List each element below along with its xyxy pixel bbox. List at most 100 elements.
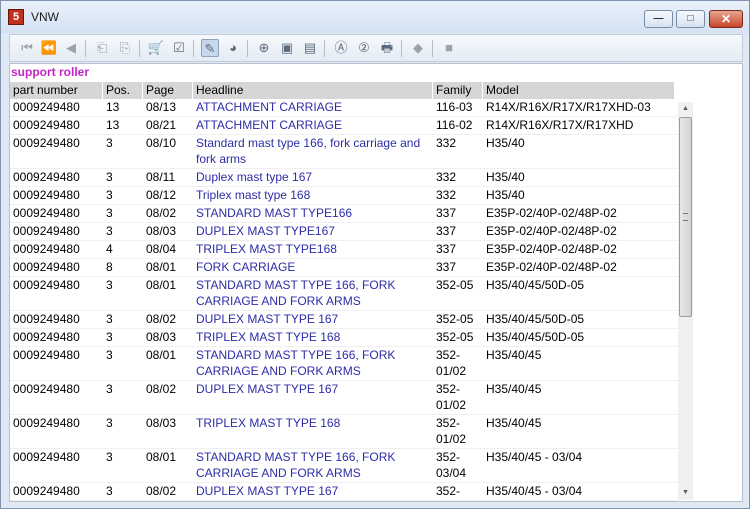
table-row[interactable]: 0009249480 13 08/13 ATTACHMENT CARRIAGE 116-… (10, 99, 678, 117)
table-row[interactable]: 0009249480 3 08/02 DUPLEX MAST TYPE 167 352-… (10, 483, 678, 501)
table-row[interactable]: 0009249480 3 08/01 STANDARD MAST TYPE 166, … (10, 347, 678, 381)
stop-icon[interactable]: ■ (440, 39, 458, 57)
table-row[interactable]: 0009249480 3 08/03 TRIPLEX MAST TYPE 168 352… (10, 329, 678, 347)
cell-headline[interactable]: Triplex mast type 168 (193, 187, 433, 205)
page-back-icon[interactable]: ⎗ (93, 39, 111, 57)
cell-headline[interactable]: STANDARD MAST TYPE 166, FORK CARRIAGE AN… (193, 449, 433, 483)
title-bar[interactable]: 5 VNW — □ ✕ (1, 1, 749, 33)
rewind-icon[interactable]: ⏪ (40, 39, 58, 57)
cell-page: 08/03 (146, 224, 177, 238)
cart-icon[interactable]: 🛒 (147, 39, 165, 57)
column-header-headline[interactable]: Headline (193, 82, 433, 99)
cell-pos: 4 (106, 242, 113, 256)
table-row[interactable]: 0009249480 4 08/04 TRIPLEX MAST TYPE168 337 E… (10, 241, 678, 259)
table-row[interactable]: 0009249480 3 08/10 Standard mast type 166, … (10, 135, 678, 169)
cell-part-number: 0009249480 (13, 136, 80, 150)
cell-part-number: 0009249480 (13, 170, 80, 184)
cell-page: 08/02 (146, 312, 177, 326)
cell-headline[interactable]: DUPLEX MAST TYPE 167 (193, 311, 433, 329)
table-row[interactable]: 0009249480 3 08/01 STANDARD MAST TYPE 166, … (10, 449, 678, 483)
cell-page: 08/10 (146, 136, 177, 150)
cell-model: H35/40/45 (486, 416, 542, 430)
cell-pos: 13 (106, 118, 120, 132)
cell-model: H35/40/45/50D-05 (486, 330, 585, 344)
marker-icon[interactable]: ✎ (201, 39, 219, 57)
zoom-icon[interactable]: ⊕ (255, 39, 273, 57)
column-header-part-number[interactable]: part number (10, 82, 103, 99)
cell-family: 352-05 (436, 330, 474, 344)
cell-pos: 3 (106, 206, 113, 220)
cell-headline[interactable]: DUPLEX MAST TYPE 167 (193, 483, 433, 501)
toolbar-separator (324, 40, 325, 57)
cell-model: E35P-02/40P-02/48P-02 (486, 224, 617, 238)
cell-headline[interactable]: Standard mast type 166, fork carriage an… (193, 135, 433, 169)
cell-pos: 3 (106, 278, 113, 292)
cell-part-number: 0009249480 (13, 118, 80, 132)
print-icon[interactable]: 🖶 (378, 39, 396, 57)
cell-headline[interactable]: DUPLEX MAST TYPE167 (193, 223, 433, 241)
previous-icon[interactable]: ◀ (62, 39, 80, 57)
cell-model: H35/40 (486, 136, 525, 150)
cell-family: 332 (436, 170, 457, 184)
scroll-thumb[interactable] (679, 117, 692, 317)
table-row[interactable]: 0009249480 3 08/02 DUPLEX MAST TYPE 167 352-… (10, 311, 678, 329)
scroll-down-icon[interactable]: ▼ (678, 486, 693, 500)
column-header-page[interactable]: Page (143, 82, 193, 99)
page-forward-icon[interactable]: ⎘ (116, 39, 134, 57)
column-header-model[interactable]: Model (483, 82, 675, 99)
cell-headline[interactable]: FORK CARRIAGE (193, 259, 433, 277)
cell-family: 352-01/02 (436, 416, 467, 446)
cell-page: 08/01 (146, 278, 177, 292)
cell-headline[interactable]: STANDARD MAST TYPE 166, FORK CARRIAGE AN… (193, 277, 433, 311)
table-row[interactable]: 0009249480 3 08/03 TRIPLEX MAST TYPE 168 352… (10, 415, 678, 449)
scroll-up-icon[interactable]: ▲ (678, 102, 693, 116)
cell-headline[interactable]: TRIPLEX MAST TYPE 168 (193, 415, 433, 449)
cell-page: 08/13 (146, 100, 177, 114)
first-record-icon[interactable]: ⏮ (18, 39, 36, 57)
cell-pos: 3 (106, 224, 113, 238)
cell-headline[interactable]: DUPLEX MAST TYPE 167 (193, 381, 433, 415)
page-copy-icon[interactable]: ▤ (301, 39, 319, 57)
cell-headline[interactable]: Duplex mast type 167 (193, 169, 433, 187)
cell-model: H35/40 (486, 170, 525, 184)
window-title: VNW (31, 10, 59, 24)
two-circle-icon[interactable]: ② (355, 39, 373, 57)
table-row[interactable]: 0009249480 3 08/11 Duplex mast type 167 332 H… (10, 169, 678, 187)
cell-headline[interactable]: ATTACHMENT CARRIAGE (193, 117, 433, 135)
table-row[interactable]: 0009249480 3 08/02 DUPLEX MAST TYPE 167 352-… (10, 381, 678, 415)
table-row[interactable]: 0009249480 3 08/12 Triplex mast type 168 332… (10, 187, 678, 205)
column-header-pos[interactable]: Pos. (103, 82, 143, 99)
cell-pos: 3 (106, 312, 113, 326)
cell-headline[interactable]: STANDARD MAST TYPE 166, FORK CARRIAGE AN… (193, 347, 433, 381)
a-circle-icon[interactable]: Ⓐ (332, 39, 350, 57)
checklist-icon[interactable]: ☑ (170, 39, 188, 57)
eraser-icon[interactable]: ◆ (409, 39, 427, 57)
table-row[interactable]: 0009249480 3 08/02 STANDARD MAST TYPE166 337… (10, 205, 678, 223)
toolbar-separator (432, 40, 433, 57)
cell-family: 337 (436, 206, 457, 220)
cell-page: 08/03 (146, 416, 177, 430)
minimize-button[interactable]: — (644, 10, 673, 28)
toolbar-separator (193, 40, 194, 57)
globe-icon[interactable]: ◕ (224, 39, 242, 57)
cell-headline[interactable]: STANDARD MAST TYPE166 (193, 205, 433, 223)
maximize-button[interactable]: □ (676, 10, 705, 28)
table-row[interactable]: 0009249480 8 08/01 FORK CARRIAGE 337 E35P-02/… (10, 259, 678, 277)
page-icon[interactable]: ▣ (278, 39, 296, 57)
cell-headline[interactable]: TRIPLEX MAST TYPE 168 (193, 329, 433, 347)
table-row[interactable]: 0009249480 3 08/01 STANDARD MAST TYPE 166, … (10, 277, 678, 311)
table-row[interactable]: 0009249480 3 08/03 DUPLEX MAST TYPE167 337 E3… (10, 223, 678, 241)
table-row[interactable]: 0009249480 13 08/21 ATTACHMENT CARRIAGE 116-… (10, 117, 678, 135)
column-header-family[interactable]: Family (433, 82, 483, 99)
cell-part-number: 0009249480 (13, 188, 80, 202)
close-button[interactable]: ✕ (709, 10, 743, 28)
cell-part-number: 0009249480 (13, 278, 80, 292)
cell-part-number: 0009249480 (13, 382, 80, 396)
cell-headline[interactable]: ATTACHMENT CARRIAGE (193, 99, 433, 117)
cell-pos: 3 (106, 416, 113, 430)
vertical-scrollbar[interactable]: ▲ ▼ (678, 102, 693, 500)
cell-headline[interactable]: TRIPLEX MAST TYPE168 (193, 241, 433, 259)
cell-family: 337 (436, 260, 457, 274)
toolbar-separator (247, 40, 248, 57)
cell-part-number: 0009249480 (13, 348, 80, 362)
